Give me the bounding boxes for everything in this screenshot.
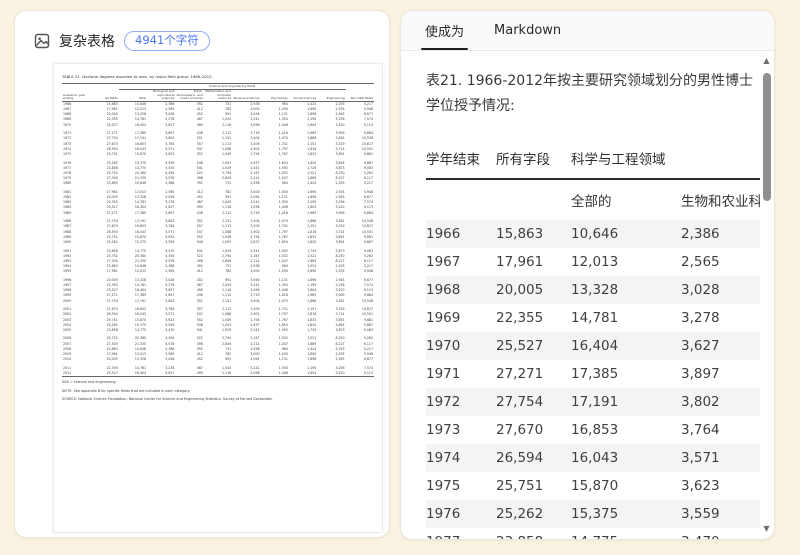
vertical-scrollbar: ▲ ▼: [760, 53, 773, 537]
markdown-table-header-row2: 全部的 生物和农业科学: [426, 179, 760, 220]
table-cell: 15,375: [571, 500, 681, 528]
table-row: 197227,75417,1913,802: [426, 388, 760, 416]
table-row: 197625,26215,3753,559: [426, 500, 760, 528]
table-cell: 1976: [426, 500, 496, 528]
table-cell: 27,271: [496, 360, 571, 388]
scan-table: Science and engineering fieldsAcademic y…: [62, 83, 374, 377]
table-cell: 1970: [426, 332, 496, 360]
table-cell: 15,863: [496, 220, 571, 248]
col-header-all-fields: 所有字段: [496, 142, 571, 179]
scrollbar-thumb[interactable]: [763, 73, 771, 201]
table-row: 197525,75115,8703,623: [426, 472, 760, 500]
table-cell: 1971: [426, 360, 496, 388]
table-cell: 3,278: [681, 304, 760, 332]
table-cell: 12,013: [571, 248, 681, 276]
scan-table-row: 201225,52716,4043,6274901,1163,0961,4461…: [62, 371, 374, 376]
table-cell: 10,646: [571, 220, 681, 248]
col-subheader-blank: [496, 179, 571, 220]
table-cell: 16,853: [571, 416, 681, 444]
table-cell: 20,005: [496, 276, 571, 304]
table-cell: 27,670: [496, 416, 571, 444]
tab-markdown-label: Markdown: [494, 23, 561, 38]
table-cell: 25,527: [496, 332, 571, 360]
source-panel: 复杂表格 4941个字符 TABLE 21. Doctoral degrees …: [14, 10, 390, 538]
scrollbar-up-arrow-icon[interactable]: ▲: [760, 55, 773, 67]
table-cell: 17,385: [571, 360, 681, 388]
tab-convert-to[interactable]: 使成为: [425, 11, 464, 50]
table-cell: 17,961: [496, 248, 571, 276]
table-cell: 1977: [426, 528, 496, 539]
conversion-panel: 使成为 Markdown 表21. 1966-2012年按主要研究领域划分的男性…: [400, 10, 775, 540]
table-row: 197127,27117,3853,897: [426, 360, 760, 388]
table-cell: 3,028: [681, 276, 760, 304]
col-subheader-bio-agri: 生物和农业科学: [681, 179, 760, 220]
markdown-content: 表21. 1966-2012年按主要研究领域划分的男性博士学位授予情况: 学年结…: [401, 52, 760, 539]
char-count-badge: 4941个字符: [124, 31, 210, 52]
scan-footnotes: S&E = science and engineering. NOTE: See…: [62, 380, 374, 401]
table-row: 196717,96112,0132,565: [426, 248, 760, 276]
table-cell: 1975: [426, 472, 496, 500]
table-cell: 25,262: [496, 500, 571, 528]
table-cell: 1972: [426, 388, 496, 416]
table-row: 197025,52716,4043,627: [426, 332, 760, 360]
table-cell: 1966: [426, 220, 496, 248]
col-header-year: 学年结束: [426, 142, 496, 179]
table-cell: 14,781: [571, 304, 681, 332]
table-row: 197426,59416,0433,571: [426, 444, 760, 472]
table-cell: 3,559: [681, 500, 760, 528]
scan-footnote: NOTE: See appendix B for specific fields…: [62, 389, 374, 393]
table-row: 196820,00513,3283,028: [426, 276, 760, 304]
source-title: 复杂表格: [59, 31, 115, 51]
markdown-table-header-row1: 学年结束 所有字段 科学与工程领域: [426, 142, 760, 179]
table-cell: 22,355: [496, 304, 571, 332]
table-row: 197723,85814,7753,470: [426, 528, 760, 539]
table-cell: 1968: [426, 276, 496, 304]
document-scan-preview: TABLE 21. Doctoral degrees awarded to me…: [53, 63, 383, 533]
markdown-table: 学年结束 所有字段 科学与工程领域 全部的 生物和农业科学 196615,863…: [426, 142, 760, 539]
table-cell: 3,802: [681, 388, 760, 416]
table-cell: 14,775: [571, 528, 681, 539]
col-header-sci-eng: 科学与工程领域: [571, 142, 760, 179]
table-cell: 1974: [426, 444, 496, 472]
table-cell: 17,191: [571, 388, 681, 416]
table-cell: 23,858: [496, 528, 571, 539]
scan-footnote: S&E = science and engineering.: [62, 380, 374, 384]
table-cell: 3,627: [681, 332, 760, 360]
table-cell: 27,754: [496, 388, 571, 416]
table-cell: 26,594: [496, 444, 571, 472]
table-row: 197327,67016,8533,764: [426, 416, 760, 444]
table-cell: 3,897: [681, 360, 760, 388]
table-cell: 3,764: [681, 416, 760, 444]
table-row: 196615,86310,6462,386: [426, 220, 760, 248]
table-cell: 3,623: [681, 472, 760, 500]
markdown-table-caption: 表21. 1966-2012年按主要研究领域划分的男性博士学位授予情况:: [426, 69, 756, 118]
table-cell: 1967: [426, 248, 496, 276]
table-cell: 2,386: [681, 220, 760, 248]
table-cell: 16,043: [571, 444, 681, 472]
col-subheader-blank: [426, 179, 496, 220]
table-cell: 15,870: [571, 472, 681, 500]
scan-table-title: TABLE 21. Doctoral degrees awarded to me…: [62, 74, 374, 79]
table-cell: 1973: [426, 416, 496, 444]
table-cell: 13,328: [571, 276, 681, 304]
table-cell: 1969: [426, 304, 496, 332]
table-cell: 3,470: [681, 528, 760, 539]
scan-column-header-row: Academic year endingAll fieldsTotalBiolo…: [62, 89, 374, 102]
table-cell: 16,404: [571, 332, 681, 360]
scrollbar-down-arrow-icon[interactable]: ▼: [760, 523, 773, 535]
table-cell: 25,751: [496, 472, 571, 500]
tab-markdown[interactable]: Markdown: [494, 11, 561, 50]
col-subheader-total: 全部的: [571, 179, 681, 220]
table-cell: 3,571: [681, 444, 760, 472]
table-cell: 2,565: [681, 248, 760, 276]
image-icon: [34, 33, 50, 49]
scan-footnote: SOURCE: National Science Foundation, Nat…: [62, 397, 374, 401]
tab-bar: 使成为 Markdown: [401, 11, 774, 51]
source-panel-header: 复杂表格 4941个字符: [15, 11, 389, 53]
table-row: 196922,35514,7813,278: [426, 304, 760, 332]
tab-convert-to-label: 使成为: [425, 21, 464, 40]
